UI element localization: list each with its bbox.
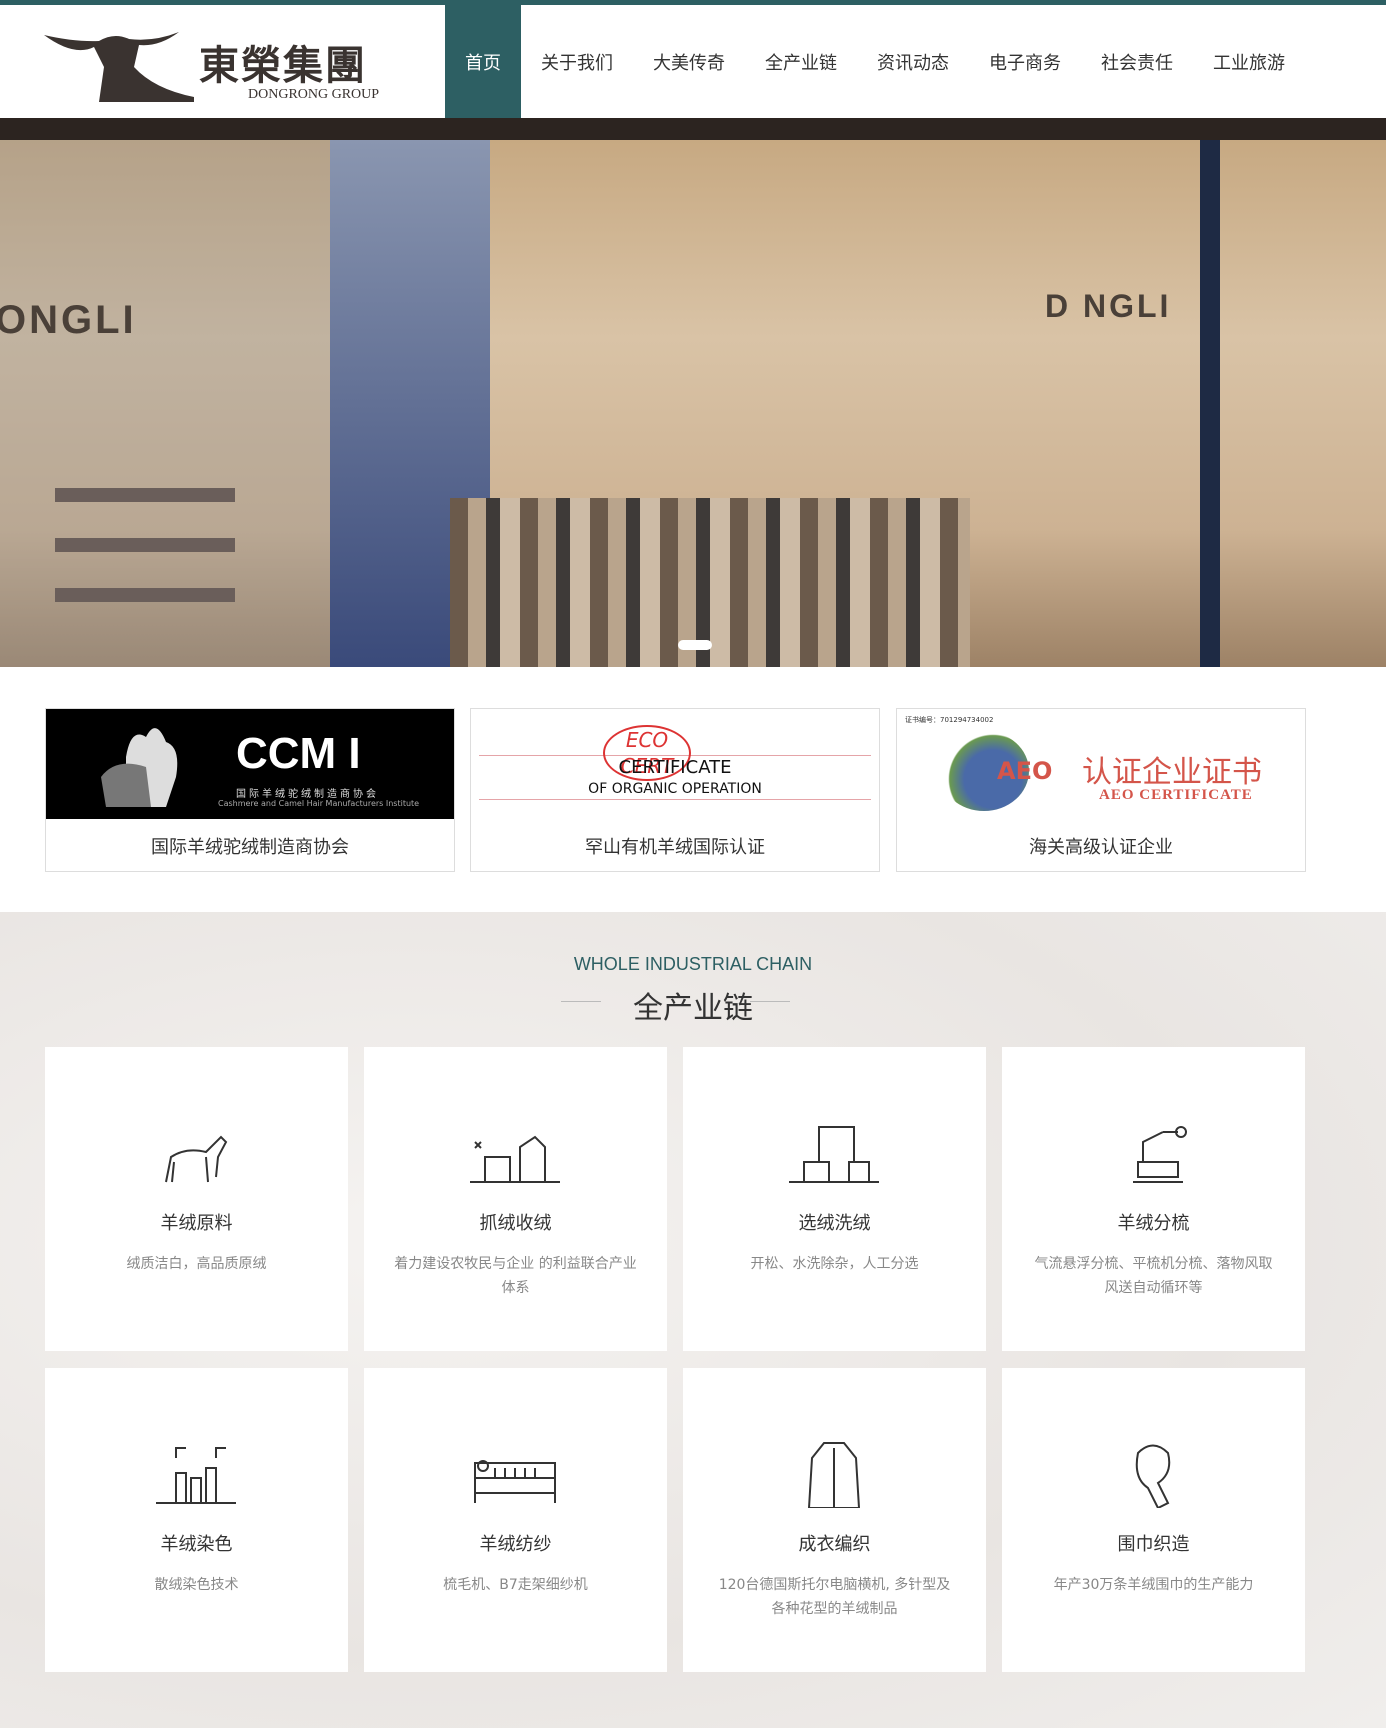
industry-card[interactable]: 羊绒分梳气流悬浮分梳、平梳机分梳、落物风取风送自动循环等 [1002,1047,1305,1351]
aeo-title: 认证企业证书 [1082,755,1262,790]
cert-caption: 海关高级认证企业 [1029,836,1173,858]
industry-card[interactable]: 羊绒染色散绒染色技术 [45,1368,348,1672]
spinning-machine-icon [474,1460,556,1503]
industry-card-desc: 梳毛机、B7走架细纱机 [443,1577,588,1593]
aeo-logo: 证书编号：701294734002 AEO 认证企业证书 AEO CERTIFI… [897,709,1305,819]
industry-card[interactable]: 羊绒纺纱梳毛机、B7走架细纱机 [364,1368,667,1672]
aeo-sub: AEO CERTIFICATE [1099,787,1253,803]
cert-card-ecocert[interactable]: ECO CERT CERTIFICATE OF ORGANIC OPERATIO… [470,708,880,872]
wall-logo-right: D NGLI [1045,288,1172,324]
industry-card-title: 羊绒纺纱 [479,1534,552,1555]
section-title-cn: 全产业链 [633,991,753,1026]
industry-card-desc: 120台德国斯托尔电脑横机, 多针型及各种花型的羊绒制品 [718,1577,951,1617]
industry-card[interactable]: 成衣编织 120台德国斯托尔电脑横机, 多针型及各种花型的羊绒制品 [683,1368,986,1672]
shelf [55,488,235,502]
scarf-icon [1135,1444,1171,1508]
aeo-cert-number: 证书编号：701294734002 [905,716,994,724]
dyeing-icon [156,1447,236,1504]
coat-icon [807,1442,861,1508]
washing-machine-icon [789,1126,879,1183]
industry-card-title: 成衣编织 [798,1534,871,1555]
wall-logo-left: ONGLI [0,298,137,342]
industry-card[interactable]: 抓绒收绒着力建设农牧民与企业 的利益联合产业体系 [364,1047,667,1351]
industry-card-desc: 年产30万条羊绒围巾的生产能力 [1053,1577,1254,1593]
nav-about[interactable]: 关于我们 [521,5,633,118]
industry-card-title: 抓绒收绒 [479,1213,552,1234]
industry-card[interactable]: 羊绒原料绒质洁白，高品质原绒 [45,1047,348,1351]
title-divider-left [561,1001,601,1002]
main-nav: 首页 关于我们 大美传奇 全产业链 资讯动态 电子商务 社会责任 工业旅游 [445,5,1305,118]
hero-banner[interactable]: ONGLI D NGLI [0,118,1386,667]
nav-news[interactable]: 资讯动态 [857,5,969,118]
cert-caption: 罕山有机羊绒国际认证 [585,836,765,858]
header: 東榮集團 DONGRONG GROUP 首页 关于我们 大美传奇 全产业链 资讯… [0,5,1386,118]
nav-industrial-tourism[interactable]: 工业旅游 [1193,5,1305,118]
industry-card-desc: 绒质洁白，高品质原绒 [126,1256,267,1272]
section-title-en: WHOLE INDUSTRIAL CHAIN [573,954,813,974]
industry-card[interactable]: 选绒洗绒开松、水洗除杂，人工分选 [683,1047,986,1351]
industry-card-title: 围巾织造 [1117,1534,1190,1555]
logo-text-en: DONGRONG GROUP [248,87,380,102]
industry-card[interactable]: 围巾织造年产30万条羊绒围巾的生产能力 [1002,1368,1305,1672]
nav-home[interactable]: 首页 [445,5,521,118]
shelf [55,538,235,552]
industry-card-desc: 开松、水洗除杂，人工分选 [750,1256,919,1272]
nav-ecommerce[interactable]: 电子商务 [969,5,1081,118]
cert-card-ccmi[interactable]: CCM I 国际羊绒驼绒制造商协会 Cashmere and Camel Hai… [45,708,455,872]
industry-card-title: 羊绒分梳 [1117,1213,1190,1234]
logo[interactable]: 東榮集團 DONGRONG GROUP [44,27,384,107]
cert-card-aeo[interactable]: 证书编号：701294734002 AEO 认证企业证书 AEO CERTIFI… [896,708,1306,872]
industry-card-desc: 气流悬浮分梳、平梳机分梳、落物风取风送自动循环等 [1034,1256,1273,1296]
ecocert-logo: ECO CERT CERTIFICATE OF ORGANIC OPERATIO… [471,709,879,819]
ccmi-en: Cashmere and Camel Hair Manufacturers In… [218,799,420,808]
cert-caption: 国际羊绒驼绒制造商协会 [151,836,349,858]
industry-card-title: 羊绒原料 [160,1213,233,1234]
carousel-dot-active[interactable] [678,640,712,650]
factory-icon [470,1135,560,1183]
industry-card-desc: 散绒染色技术 [154,1577,239,1593]
industry-card-title: 羊绒染色 [160,1534,233,1555]
ccmi-logo: CCM I 国际羊绒驼绒制造商协会 Cashmere and Camel Hai… [46,709,454,819]
ecocert-title: CERTIFICATE [618,757,732,778]
logo-text-cn: 東榮集團 [199,42,367,89]
nav-legend[interactable]: 大美传奇 [633,5,745,118]
ram-logo-icon [44,32,194,102]
camel-yak-icon [101,728,178,807]
title-divider-right [750,1001,790,1002]
ccmi-cn: 国际羊绒驼绒制造商协会 [236,789,379,800]
aeo-badge: AEO [997,757,1053,785]
shelf [55,588,235,602]
goat-icon [165,1135,228,1183]
store-pillar [1200,140,1220,667]
nav-industry-chain[interactable]: 全产业链 [745,5,857,118]
industry-card-desc: 着力建设农牧民与企业 的利益联合产业体系 [394,1256,637,1296]
robot-arm-icon [1133,1126,1187,1183]
industry-card-title: 选绒洗绒 [798,1213,871,1234]
ccmi-title: CCM I [236,729,361,778]
ecocert-sub: OF ORGANIC OPERATION [588,781,762,797]
nav-social-responsibility[interactable]: 社会责任 [1081,5,1193,118]
